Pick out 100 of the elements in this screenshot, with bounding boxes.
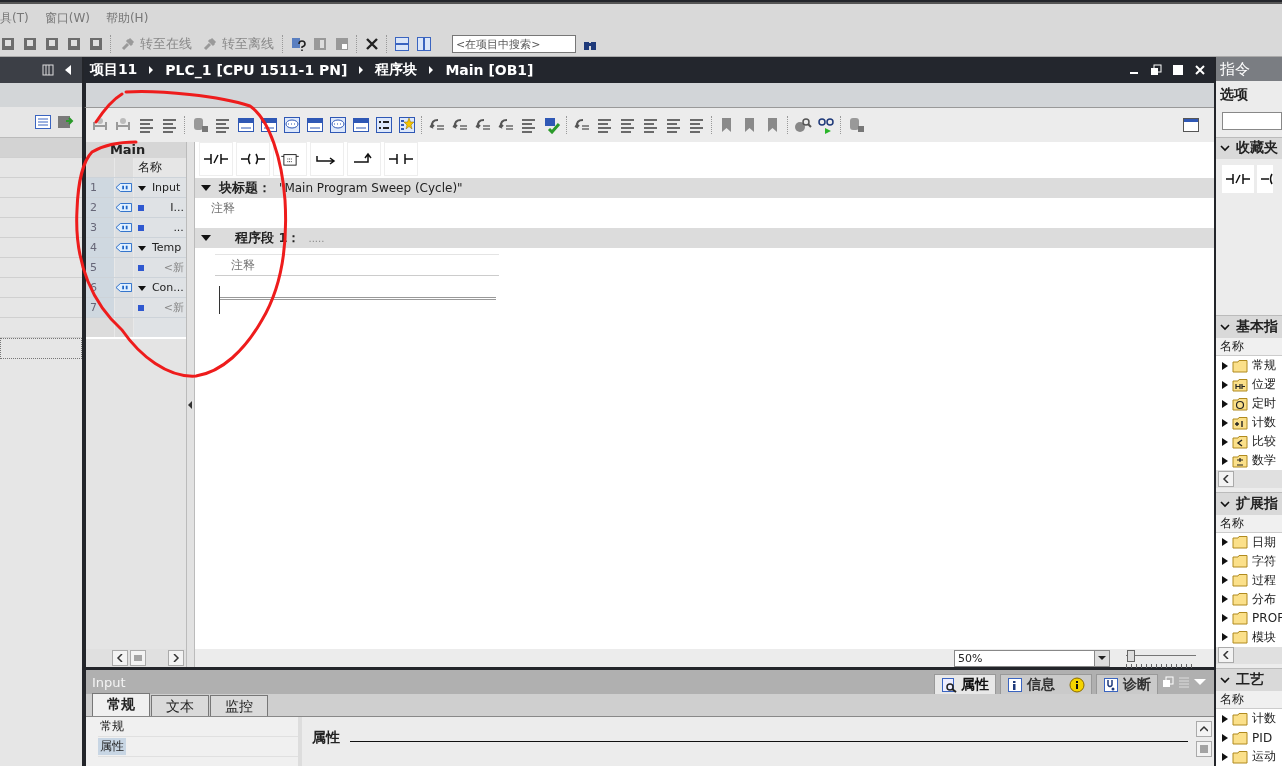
split-horizontal-icon[interactable] [394, 36, 410, 52]
expand-arrow-icon[interactable] [1222, 399, 1229, 408]
chevron-down-icon[interactable] [1220, 675, 1231, 686]
inspector-tab[interactable]: 属性 [934, 673, 997, 695]
collapse-arrow-icon[interactable] [187, 400, 194, 409]
panel-icon[interactable] [334, 36, 350, 52]
expand-arrow-icon[interactable] [137, 283, 146, 292]
instruction-folder[interactable]: 字符 [1252, 552, 1277, 570]
glasses-icon[interactable] [816, 116, 835, 134]
network-comment[interactable]: 注释 [214, 254, 499, 276]
open-branch-button[interactable] [309, 142, 344, 176]
instruction-folder[interactable]: 计数 [1252, 710, 1277, 727]
table-export-icon[interactable] [55, 113, 74, 131]
scroll-up-button[interactable] [1196, 721, 1213, 737]
search-field[interactable]: <在项目中搜索> [452, 35, 576, 53]
comment-icon[interactable] [282, 116, 301, 134]
split-vertical-icon[interactable] [416, 36, 432, 52]
close-branch-button[interactable] [346, 142, 381, 176]
contact-no-button[interactable] [383, 142, 418, 176]
breadcrumb-item[interactable]: 程序块 [375, 61, 418, 79]
frame-icon[interactable] [236, 116, 255, 134]
coil-button[interactable] [235, 142, 270, 176]
toolbar-icon[interactable] [22, 36, 38, 52]
inspector-subtab[interactable]: 监控 [209, 695, 268, 716]
expand-arrow-icon[interactable] [1222, 733, 1229, 742]
collapse-arrow-icon[interactable] [200, 233, 211, 243]
check-icon[interactable] [542, 116, 561, 134]
toolbar-icon[interactable] [88, 36, 104, 52]
expand-arrow-icon[interactable] [1222, 633, 1229, 642]
expand-arrow-icon[interactable] [1222, 557, 1229, 566]
instruction-folder[interactable]: PID [1252, 730, 1273, 745]
close-icon[interactable] [364, 36, 380, 52]
expand-arrow-icon[interactable] [1222, 380, 1229, 389]
expand-arrow-icon[interactable] [1222, 418, 1229, 427]
instruction-folder[interactable]: 位逻 [1252, 376, 1277, 394]
instruction-folder[interactable]: 分布 [1252, 590, 1277, 608]
breadcrumb-item[interactable]: PLC_1 [CPU 1511-1 PN] [165, 62, 348, 78]
instruction-folder[interactable]: 日期 [1252, 533, 1277, 551]
instruction-folder[interactable]: 模块 [1252, 628, 1277, 646]
scroll-left-button[interactable] [111, 650, 128, 666]
expand-arrow-icon[interactable] [1222, 361, 1229, 370]
nav-item[interactable]: 常规 [97, 718, 126, 735]
lines-icon[interactable] [519, 116, 538, 134]
lines-icon[interactable] [618, 116, 637, 134]
collapse-arrow-icon[interactable] [200, 183, 211, 193]
lines-icon[interactable] [664, 116, 683, 134]
column-header[interactable]: 名称 [1216, 338, 1282, 357]
search-icon[interactable] [793, 116, 812, 134]
slider-thumb[interactable] [1127, 649, 1136, 662]
chevron-down-icon[interactable] [1220, 143, 1231, 154]
toolbar-icon[interactable] [66, 36, 82, 52]
lines-icon[interactable] [213, 116, 232, 134]
chevron-down-icon[interactable] [1220, 498, 1231, 509]
inspector-tab[interactable]: 信息 [1000, 673, 1093, 695]
zoom-dropdown[interactable]: 50% [954, 649, 1111, 667]
inspector-subtab[interactable]: 文本 [150, 695, 209, 716]
table-view-icon[interactable] [33, 113, 52, 131]
instruction-folder[interactable]: 计数 [1252, 414, 1277, 432]
options-field[interactable] [1222, 111, 1282, 130]
splitter-handle[interactable] [185, 142, 195, 667]
lines-icon[interactable] [137, 116, 156, 134]
expand-arrow-icon[interactable] [1222, 614, 1229, 623]
window-icon[interactable] [1182, 116, 1201, 134]
expand-arrow-icon[interactable] [1222, 538, 1229, 547]
maximize-icon[interactable] [1172, 64, 1185, 76]
scroll-thumb[interactable] [129, 650, 146, 666]
chevron-down-icon[interactable] [1220, 322, 1231, 333]
scroll-thumb[interactable] [1196, 741, 1213, 757]
toolbar-icon[interactable] [0, 36, 16, 52]
focused-tree-row[interactable] [0, 338, 82, 359]
scroll-left-button[interactable] [1218, 647, 1235, 664]
lines-icon[interactable] [595, 116, 614, 134]
expand-arrow-icon[interactable] [1222, 437, 1229, 446]
lines-icon[interactable] [687, 116, 706, 134]
instruction-folder[interactable]: 定时 [1252, 395, 1277, 413]
breadcrumb-item[interactable]: Main [OB1] [445, 62, 534, 78]
scroll-left-button[interactable] [1218, 470, 1235, 487]
expand-arrow-icon[interactable] [1222, 714, 1229, 723]
scroll-right-button[interactable] [167, 650, 184, 666]
expand-arrow-icon[interactable] [1222, 595, 1229, 604]
variable-name[interactable]: ... [173, 221, 186, 234]
expand-arrow-icon[interactable] [137, 243, 146, 252]
expand-arrow-icon[interactable] [1222, 456, 1229, 465]
nav-item[interactable]: 属性 [97, 738, 126, 755]
contact-nc-button[interactable] [1222, 165, 1255, 194]
frame-icon[interactable] [305, 116, 324, 134]
coil-button[interactable] [1257, 165, 1274, 194]
contact-nc-button[interactable] [198, 142, 233, 176]
list-icon[interactable] [374, 116, 393, 134]
instruction-folder[interactable]: 比较 [1252, 433, 1277, 451]
help-icon[interactable] [290, 36, 306, 52]
inspector-subtab[interactable]: 常规 [91, 693, 150, 716]
instruction-folder[interactable]: 数学 [1252, 452, 1277, 470]
breadcrumb-item[interactable]: 项目11 [89, 61, 138, 79]
expand-arrow-icon[interactable] [1222, 576, 1229, 585]
column-header[interactable]: 名称 [1216, 691, 1282, 709]
instruction-folder[interactable]: 过程 [1252, 571, 1277, 589]
lines-icon[interactable] [160, 116, 179, 134]
inspector-tab[interactable]: 诊断 [1096, 673, 1159, 695]
expand-arrow-icon[interactable] [1222, 752, 1229, 761]
